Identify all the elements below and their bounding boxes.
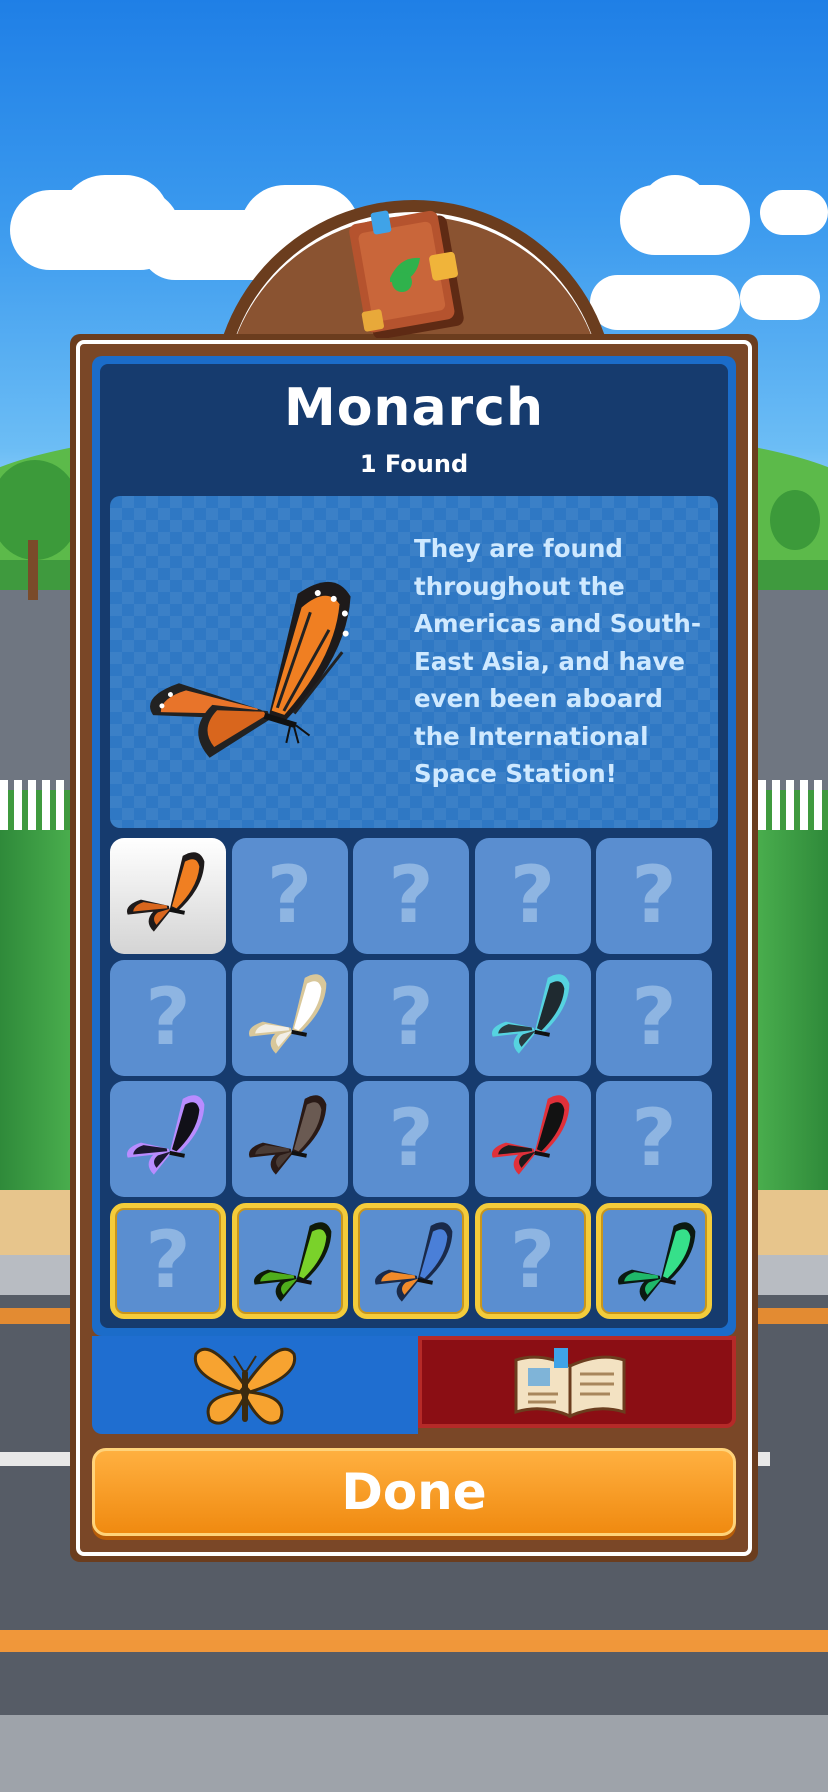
unknown-placeholder: ? xyxy=(509,851,556,941)
white-butterfly-icon xyxy=(248,973,326,1054)
unknown-placeholder: ? xyxy=(388,972,434,1063)
collection-cell-monarch[interactable] xyxy=(110,838,226,954)
purple-black-butterfly-icon xyxy=(127,1095,205,1175)
collection-cell-locked[interactable]: ? xyxy=(596,838,712,954)
collection-cell-locked[interactable]: ? xyxy=(110,959,226,1076)
found-count: 1 Found xyxy=(359,450,469,478)
collection-cell-blue-orange[interactable] xyxy=(353,1202,469,1319)
unknown-placeholder: ? xyxy=(631,972,677,1063)
collection-cell-locked[interactable]: ? xyxy=(110,1202,226,1319)
open-book-icon xyxy=(514,1348,626,1419)
unknown-placeholder: ? xyxy=(631,1094,677,1184)
collection-cell-locked[interactable]: ? xyxy=(231,838,348,954)
green-birdwing-butterfly-icon xyxy=(253,1221,331,1302)
blue-orange-butterfly-icon xyxy=(375,1221,453,1302)
emerald-birdwing-butterfly-icon xyxy=(618,1221,696,1302)
unknown-placeholder: ? xyxy=(388,1094,434,1184)
collection-cell-locked[interactable]: ? xyxy=(353,959,469,1076)
unknown-placeholder: ? xyxy=(509,1215,556,1306)
monarch-butterfly-icon xyxy=(127,852,205,932)
unknown-placeholder: ? xyxy=(145,972,191,1063)
collection-cell-glasswing[interactable] xyxy=(231,1081,348,1197)
glasswing-butterfly-icon xyxy=(248,1095,326,1175)
collection-cell-locked[interactable]: ? xyxy=(474,1202,591,1319)
collection-cell-locked[interactable]: ? xyxy=(353,1081,469,1197)
collection-cell-teal-black[interactable] xyxy=(474,959,591,1076)
collection-cell-locked[interactable]: ? xyxy=(353,838,469,954)
butterfly-icon xyxy=(193,1347,297,1425)
butterfly-description: They are found throughout the Americas a… xyxy=(414,534,702,788)
collection-cell-red-black[interactable] xyxy=(474,1081,591,1197)
monarch-butterfly-image xyxy=(150,581,351,758)
red-black-butterfly-icon xyxy=(491,1095,569,1175)
collection-cell-locked[interactable]: ? xyxy=(474,838,591,954)
collection-cell-locked[interactable]: ? xyxy=(596,1081,712,1197)
journal-book-icon xyxy=(349,210,464,338)
done-button[interactable]: Done xyxy=(92,1448,736,1536)
unknown-placeholder: ? xyxy=(631,851,677,941)
teal-black-butterfly-icon xyxy=(491,973,569,1054)
collection-cell-green-birdwing[interactable] xyxy=(231,1202,348,1319)
unknown-placeholder: ? xyxy=(388,851,434,941)
collection-cell-purple-black[interactable] xyxy=(110,1081,226,1197)
collection-cell-white[interactable] xyxy=(231,959,348,1076)
butterfly-name: Monarch xyxy=(283,378,545,438)
unknown-placeholder: ? xyxy=(266,851,313,941)
unknown-placeholder: ? xyxy=(145,1215,191,1306)
collection-cell-emerald-birdwing[interactable] xyxy=(596,1202,712,1319)
collection-cell-locked[interactable]: ? xyxy=(596,959,712,1076)
